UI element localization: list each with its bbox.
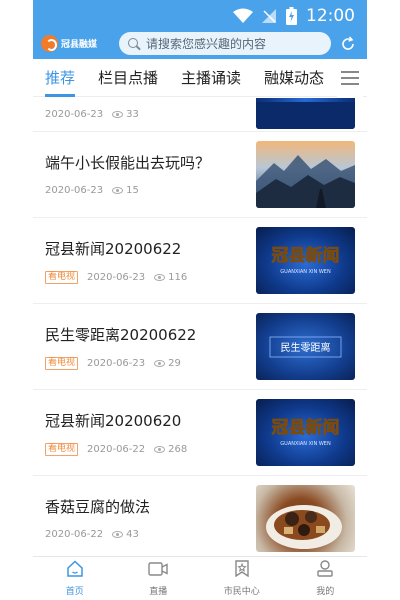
item-date: 2020-06-22 — [87, 444, 146, 455]
view-count: 116 — [168, 272, 188, 283]
profile-icon — [316, 560, 334, 581]
nav-home[interactable]: 首页 — [33, 557, 117, 600]
eye-icon — [112, 111, 124, 118]
eye-icon — [154, 360, 166, 367]
search-icon — [128, 37, 141, 50]
battery-icon — [286, 7, 297, 25]
nav-profile[interactable]: 我的 — [284, 557, 368, 600]
eye-icon — [112, 531, 124, 538]
item-title: 冠县新闻20200622 — [45, 240, 182, 258]
tab-recommend[interactable]: 推荐 — [45, 59, 76, 97]
category-tabs: 推荐 栏目点播 主播诵读 融媒动态 — [33, 59, 367, 97]
app-header: 冠县融媒 请搜索您感兴趣的内容 — [33, 32, 367, 59]
eye-icon — [154, 274, 166, 281]
list-item[interactable]: 香菇豆腐的做法 2020-06-22 43 — [33, 476, 367, 556]
item-views: 116 — [154, 272, 187, 283]
nav-label: 直播 — [149, 586, 168, 597]
item-date: 2020-06-23 — [45, 185, 104, 196]
item-title: 民生零距离20200622 — [45, 326, 197, 344]
thumb-news-title: 冠县新闻 — [272, 245, 340, 266]
item-views: 268 — [154, 444, 187, 455]
item-meta: 2020-06-23 15 — [45, 185, 139, 196]
view-count: 15 — [126, 185, 139, 196]
tab-anchor-reading[interactable]: 主播诵读 — [181, 59, 241, 97]
item-views: 43 — [112, 529, 139, 540]
item-title: 端午小长假能出去玩吗？ — [45, 154, 211, 172]
tab-media-news[interactable]: 融媒动态 — [264, 59, 324, 97]
menu-icon[interactable] — [337, 59, 363, 97]
nav-label: 首页 — [65, 587, 84, 597]
tab-program-on-demand[interactable]: 栏目点播 — [98, 59, 158, 97]
nav-label: 市民中心 — [223, 587, 260, 597]
view-count: 268 — [168, 444, 188, 455]
item-thumbnail — [256, 98, 355, 129]
item-thumbnail: 冠县新闻 GUANXIAN XIN WEN — [256, 399, 355, 466]
app-logo: 冠县融媒 — [41, 35, 119, 52]
nav-label: 我的 — [316, 587, 335, 597]
view-count: 33 — [126, 109, 139, 120]
nav-citizen-center[interactable]: 市民中心 — [200, 557, 284, 600]
no-signal-icon — [262, 8, 277, 24]
item-date: 2020-06-23 — [87, 272, 146, 283]
view-count: 29 — [168, 358, 181, 369]
search-bar[interactable]: 请搜索您感兴趣的内容 — [119, 32, 331, 55]
search-placeholder: 请搜索您感兴趣的内容 — [146, 37, 267, 51]
item-meta: 看电视 2020-06-22 268 — [45, 443, 187, 456]
item-views: 29 — [154, 358, 181, 369]
refresh-icon[interactable] — [335, 31, 361, 57]
list-item[interactable]: 民生零距离20200622 看电视 2020-06-23 29 民生零距离 — [33, 304, 367, 390]
item-date: 2020-06-23 — [45, 109, 104, 120]
item-views: 15 — [112, 185, 139, 196]
home-icon — [66, 560, 84, 581]
citizen-center-icon — [234, 560, 250, 581]
status-time: 12:00 — [306, 6, 355, 26]
news-feed: 2020-06-23 33 端午小长假能出去玩吗？ 2020-06-23 15 — [33, 98, 367, 556]
view-count: 43 — [126, 529, 139, 540]
eye-icon — [154, 446, 166, 453]
item-thumbnail — [256, 485, 355, 552]
category-tag: 看电视 — [45, 271, 79, 284]
item-title: 香菇豆腐的做法 — [45, 498, 151, 516]
logo-mark — [41, 35, 58, 52]
thumb-news-pinyin: GUANXIAN XIN WEN — [280, 269, 331, 275]
item-date: 2020-06-22 — [45, 529, 104, 540]
list-item[interactable]: 冠县新闻20200622 看电视 2020-06-23 116 冠县新闻 GUA… — [33, 218, 367, 304]
nav-live[interactable]: 直播 — [117, 557, 201, 600]
logo-text: 冠县融媒 — [61, 40, 98, 50]
item-title: 冠县新闻20200620 — [45, 412, 182, 430]
item-meta: 2020-06-23 33 — [45, 109, 139, 120]
bottom-nav: 首页 直播 市民中心 我的 — [33, 556, 367, 600]
list-item[interactable]: 2020-06-23 33 — [33, 98, 367, 132]
category-tag: 看电视 — [45, 443, 79, 456]
item-meta: 看电视 2020-06-23 116 — [45, 271, 187, 284]
live-tv-icon — [148, 561, 168, 581]
item-thumbnail — [256, 141, 355, 208]
phone-screen: 12:00 冠县融媒 请搜索您感兴趣的内容 推荐 栏目点播 主播诵读 融媒动态 … — [33, 0, 367, 600]
item-thumbnail: 冠县新闻 GUANXIAN XIN WEN — [256, 227, 355, 294]
item-date: 2020-06-23 — [87, 358, 146, 369]
category-tag: 看电视 — [45, 357, 79, 370]
list-item[interactable]: 端午小长假能出去玩吗？ 2020-06-23 15 — [33, 132, 367, 218]
list-item[interactable]: 冠县新闻20200620 看电视 2020-06-22 268 冠县新闻 GUA… — [33, 390, 367, 476]
item-thumbnail: 民生零距离 — [256, 313, 355, 380]
thumb-news-pinyin: GUANXIAN XIN WEN — [280, 441, 331, 447]
item-meta: 2020-06-22 43 — [45, 529, 139, 540]
status-bar: 12:00 — [33, 0, 367, 32]
eye-icon — [112, 187, 124, 194]
item-views: 33 — [112, 109, 139, 120]
wifi-icon — [233, 8, 253, 24]
item-meta: 看电视 2020-06-23 29 — [45, 357, 181, 370]
thumb-news-title: 冠县新闻 — [272, 417, 340, 438]
thumb-minsheng-title: 民生零距离 — [281, 341, 331, 354]
